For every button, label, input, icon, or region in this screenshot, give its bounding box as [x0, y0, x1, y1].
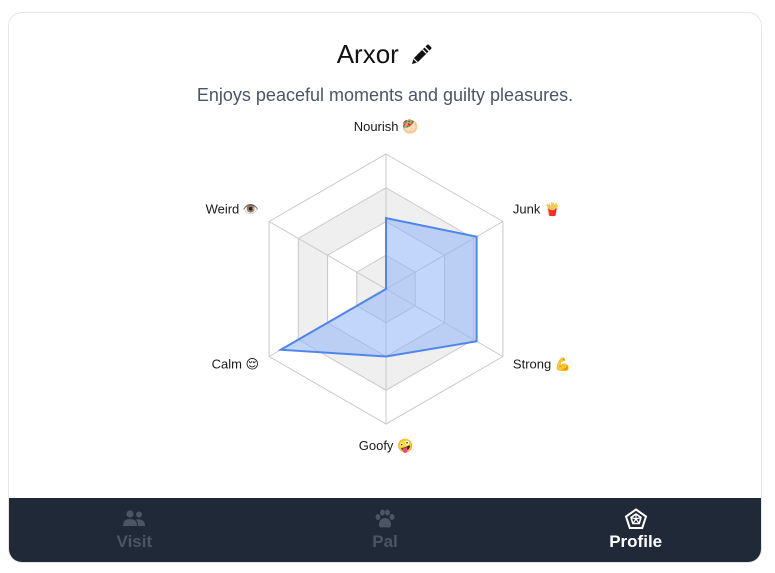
radar-axis-label-strong: Strong 💪	[513, 357, 571, 372]
radar-axis-label-junk: Junk 🍟	[513, 202, 560, 217]
nav-pal-label: Pal	[372, 532, 398, 551]
pentagon-radar-icon	[624, 508, 647, 529]
nav-profile[interactable]: Profile	[510, 498, 761, 562]
radar-axis-label-nourish: Nourish 🥙	[354, 118, 419, 135]
nav-visit[interactable]: Visit	[9, 498, 260, 562]
profile-card: Arxor Enjoys peaceful moments and guilty…	[8, 12, 762, 563]
radar-axis-label-goofy: Goofy 🤪	[359, 438, 413, 454]
nav-visit-label: Visit	[116, 532, 153, 551]
radar-axis-label-calm: Calm 😌	[212, 357, 260, 372]
personality-radar-chart: Nourish 🥙 Junk 🍟 Strong 💪 Goofy 🤪 Calm 😌 Weir…	[206, 118, 571, 454]
paw-icon	[375, 509, 395, 528]
people-icon	[123, 510, 146, 526]
nav-pal[interactable]: Pal	[260, 498, 511, 562]
radar-axis-label-weird: Weird 👁️	[206, 202, 260, 217]
nav-profile-label: Profile	[609, 532, 663, 551]
bottom-nav: Visit Pal Profile	[9, 498, 761, 562]
